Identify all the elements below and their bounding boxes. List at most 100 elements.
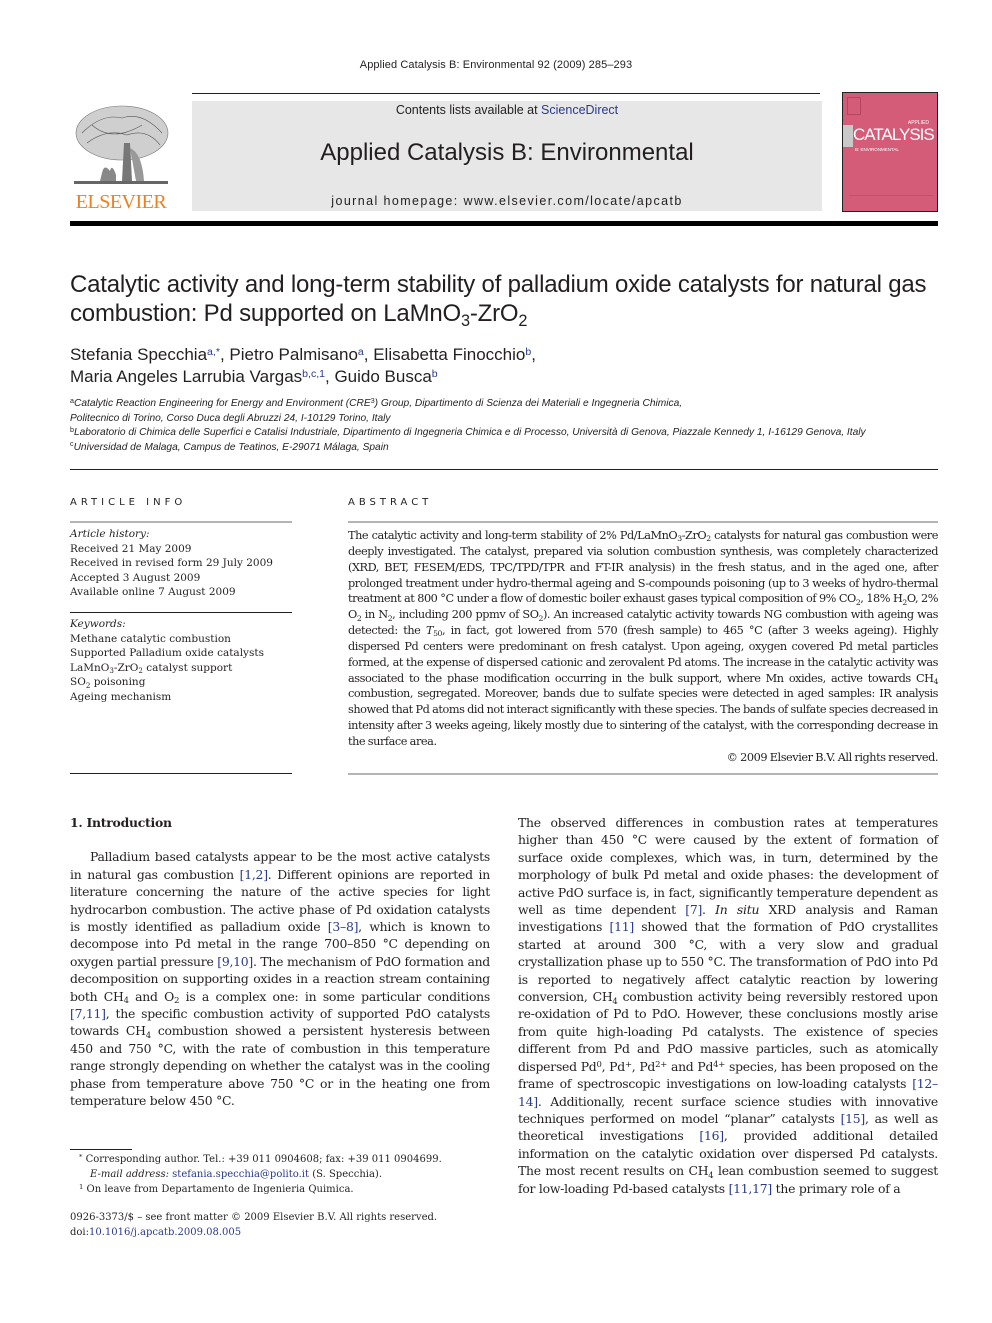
keywords-label: Keywords:	[70, 618, 126, 630]
history-item: Received in revised form 29 July 2009	[70, 557, 273, 570]
body-text: and Pd	[667, 1058, 714, 1074]
sub: 4	[708, 1169, 714, 1180]
abstract-rule	[348, 773, 938, 775]
journal-homepage-link[interactable]: journal homepage: www.elsevier.com/locat…	[192, 194, 822, 208]
cover-subtitle: B: ENVIRONMENTAL	[855, 147, 899, 152]
sub: 2	[855, 597, 861, 607]
affiliations: aCatalytic Reaction Engineering for Ener…	[70, 397, 950, 455]
body-text: , Pd	[631, 1058, 656, 1074]
email-link[interactable]: stefania.specchia@polito.it	[172, 1169, 309, 1180]
abstract-text: -ZrO	[681, 529, 707, 542]
sup: 4+	[713, 1058, 726, 1069]
body-text: and O	[128, 988, 175, 1004]
elsevier-logo[interactable]: ELSEVIER	[70, 103, 172, 213]
doi-link[interactable]: 10.1016/j.apcatb.2009.08.005	[89, 1227, 241, 1238]
author-name: Elisabetta Finocchio	[373, 345, 526, 364]
article-history: Article history: Received 21 May 2009 Re…	[70, 527, 292, 600]
affiliation-text: Catalytic Reaction Engineering for Energ…	[73, 398, 371, 409]
citation-link[interactable]: [15]	[841, 1111, 866, 1126]
author-affiliation-mark[interactable]: b	[432, 368, 438, 380]
separator: ,	[531, 345, 536, 364]
affiliation-text: Universidad de Malaga, Campus de Teatino…	[73, 441, 389, 453]
citation-link[interactable]: [11]	[609, 919, 634, 934]
footnote-text: (S. Specchia).	[309, 1168, 382, 1180]
citation-link[interactable]: [9,10]	[217, 954, 253, 969]
sup: 2+	[655, 1058, 668, 1069]
citation-link[interactable]: [7]	[685, 902, 702, 917]
abstract-heading: ABSTRACT	[348, 497, 433, 508]
intro-paragraph: Palladium based catalysts appear to be t…	[70, 848, 490, 1109]
history-label: Article history:	[70, 528, 150, 540]
keyword-sub: 2	[138, 665, 143, 675]
title-sub: 3	[460, 311, 470, 330]
section-heading-introduction: 1. Introduction	[70, 815, 172, 830]
sciencedirect-link[interactable]: ScienceDirect	[541, 103, 618, 117]
sub: 4	[933, 676, 939, 686]
sup: +	[624, 1058, 632, 1069]
issn-block: 0926-3373/$ – see front matter © 2009 El…	[70, 1211, 490, 1241]
affiliation-text: Laboratorio di Chimica delle Superfici e…	[73, 427, 866, 438]
author[interactable]: Pietro Palmisanoa	[229, 345, 363, 364]
abstract-text: , 18% H	[860, 592, 903, 606]
citation-link[interactable]: [11,17]	[729, 1181, 773, 1196]
keyword-text: catalyst support	[142, 661, 233, 674]
author[interactable]: Guido Buscab	[334, 367, 437, 386]
t50-symbol: T	[425, 624, 434, 638]
sub: 2	[356, 613, 362, 623]
cover-title: CATALYSIS	[853, 125, 935, 144]
body-column-left: 1. Introduction Palladium based catalyst…	[70, 814, 490, 1110]
sup: 0	[596, 1058, 602, 1069]
citation-link[interactable]: [16]	[699, 1128, 724, 1143]
separator: ,	[363, 345, 374, 364]
author-name: Maria Angeles Larrubia Vargas	[70, 367, 303, 386]
header-rule	[192, 93, 820, 94]
elsevier-tree-logo-icon	[74, 105, 169, 184]
header-thick-rule	[70, 221, 938, 226]
author-affiliation-mark[interactable]: a,*	[207, 346, 220, 358]
keyword: SO2 poisoning	[70, 675, 292, 690]
footnote-text: On leave from Departamento de Ingenieria…	[86, 1183, 354, 1195]
author[interactable]: Elisabetta Finocchiob	[373, 345, 531, 364]
author[interactable]: Maria Angeles Larrubia Vargasb,c,1	[70, 367, 325, 386]
contents-prefix: Contents lists available at	[395, 103, 542, 117]
title-sub: 2	[518, 311, 528, 330]
author-affiliation-mark[interactable]: b,c,1	[302, 368, 325, 380]
footnote-1: 1 On leave from Departamento de Ingenier…	[70, 1183, 490, 1198]
abstract-copyright: © 2009 Elsevier B.V. All rights reserved…	[726, 750, 939, 764]
keyword-text: poisoning	[90, 676, 146, 689]
email-label: E-mail address:	[90, 1168, 169, 1180]
body-text: , Pd	[601, 1058, 626, 1074]
sub: 4	[612, 995, 618, 1006]
contents-line: Contents lists available at ScienceDirec…	[192, 103, 822, 117]
sub: 2	[902, 597, 907, 607]
body-paragraph: The observed differences in combustion r…	[518, 814, 938, 1197]
citation-link[interactable]: [1,2]	[240, 867, 268, 882]
footnotes: * Corresponding author. Tel.: +39 011 09…	[70, 1153, 490, 1197]
cover-footer	[849, 195, 933, 203]
author-affiliation-mark[interactable]: b	[525, 346, 531, 358]
keyword: LaMnO3-ZrO2 catalyst support	[70, 661, 292, 676]
affiliation-a-line2: Politecnico di Torino, Corso Duca degli …	[70, 412, 391, 424]
body-text: the primary role of a	[771, 1180, 901, 1196]
footnote-mark: *	[79, 1152, 83, 1161]
author-list: Stefania Specchiaa,*, Pietro Palmisanoa,…	[70, 344, 950, 388]
citation-link[interactable]: [7,11]	[70, 1006, 106, 1021]
affiliation-b: bLaboratorio di Chimica delle Superfici …	[70, 426, 950, 441]
journal-title: Applied Catalysis B: Environmental	[320, 139, 694, 166]
keyword-sub: 3	[109, 665, 114, 675]
body-text: .	[702, 902, 716, 918]
cover-logo	[847, 97, 861, 115]
author[interactable]: Stefania Specchiaa,*	[70, 345, 220, 364]
history-item: Accepted 3 August 2009	[70, 571, 201, 584]
article-info-heading: ARTICLE INFO	[70, 497, 187, 508]
issn-line: 0926-3373/$ – see front matter © 2009 El…	[70, 1212, 438, 1223]
keyword-text: LaMnO	[70, 661, 110, 674]
author-affiliation-mark[interactable]: a	[358, 346, 364, 358]
sub: 2	[174, 995, 180, 1006]
keyword: Methane catalytic combustion	[70, 632, 231, 645]
article-info-rule	[70, 773, 292, 774]
journal-cover-thumbnail-icon[interactable]: APPLIED CATALYSIS B: ENVIRONMENTAL	[842, 92, 938, 212]
article-info-rule	[70, 612, 292, 613]
citation-link[interactable]: [3–8]	[328, 919, 359, 934]
affiliation-rule	[70, 469, 938, 470]
